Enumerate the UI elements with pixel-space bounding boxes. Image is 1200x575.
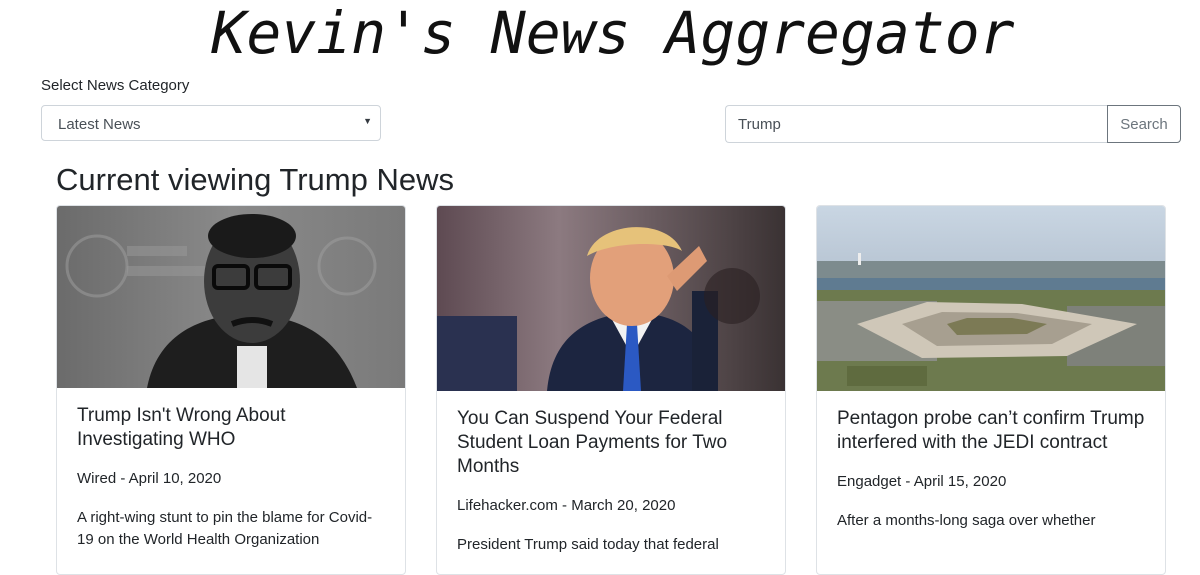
article-source-date: Lifehacker.com - March 20, 2020	[457, 497, 676, 514]
article-title[interactable]: Pentagon probe can’t confirm Trump inter…	[837, 407, 1145, 455]
article-image-pentagon	[817, 206, 1165, 391]
article-source-date: Wired - April 10, 2020	[77, 470, 222, 487]
search-group: Search	[725, 105, 1181, 143]
article-title[interactable]: Trump Isn't Wrong About Investigating WH…	[77, 404, 385, 452]
search-button[interactable]: Search	[1107, 105, 1181, 143]
article-image-who-official	[57, 206, 405, 388]
news-card[interactable]: Trump Isn't Wrong About Investigating WH…	[56, 205, 406, 575]
article-excerpt: After a months-long saga over whether	[837, 512, 1096, 529]
article-image-trump	[437, 206, 785, 391]
article-excerpt: A right-wing stunt to pin the blame for …	[77, 509, 373, 548]
category-select[interactable]: Latest News ▼	[41, 105, 381, 141]
site-title: Kevin's News Aggregator	[211, 0, 1015, 67]
page-heading: Current viewing Trump News	[56, 162, 454, 197]
category-label: Select News Category	[41, 77, 190, 94]
article-source-date: Engadget - April 15, 2020	[837, 473, 1007, 490]
news-card[interactable]: You Can Suspend Your Federal Student Loa…	[436, 205, 786, 575]
caret-down-icon: ▼	[363, 116, 372, 126]
article-title[interactable]: You Can Suspend Your Federal Student Loa…	[457, 407, 765, 479]
category-select-value: Latest News	[58, 116, 141, 133]
news-card[interactable]: Pentagon probe can’t confirm Trump inter…	[816, 205, 1166, 575]
search-input[interactable]	[725, 105, 1108, 143]
